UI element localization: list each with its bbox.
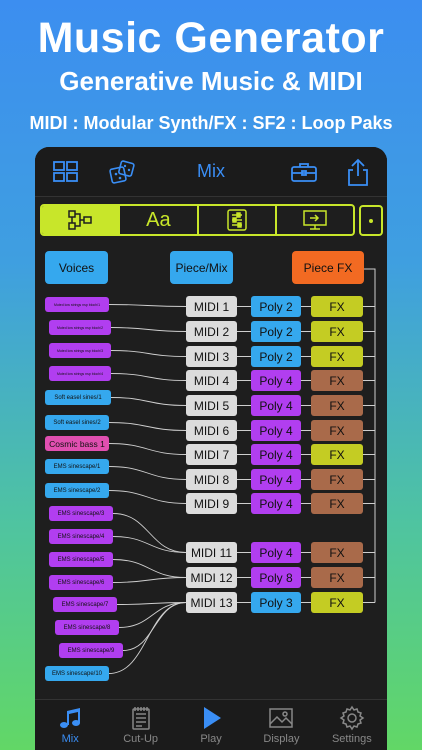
poly-node[interactable]: Poly 4 [251,542,301,563]
voice-wire [110,397,187,406]
play-icon [204,707,222,729]
tab-bar: Mix Cut-Up Play Display Settings [35,699,387,750]
tab-display[interactable]: Display [246,700,316,750]
fx-node[interactable]: FX [311,420,363,441]
voice-node[interactable]: Muted low strings nsp bloch/4 [49,366,111,381]
fx-node[interactable]: FX [311,444,363,465]
voice-wire [112,577,187,583]
voice-node[interactable]: EMS sinescape/8 [55,620,119,635]
tab-play[interactable]: Play [176,700,246,750]
midi-channel[interactable]: MIDI 9 [186,493,237,514]
voice-wire [108,602,187,674]
midi-channel[interactable]: MIDI 4 [186,370,237,391]
poly-node[interactable]: Poly 4 [251,469,301,490]
voice-node[interactable]: EMS sinescape/5 [49,552,113,567]
voice-node[interactable]: EMS sinescape/1 [45,459,109,474]
voice-node[interactable]: Muted low strings nsp bloch/2 [49,320,111,335]
poly-node[interactable]: Poly 4 [251,395,301,416]
music-note-icon [60,708,81,728]
voice-node[interactable]: Soft easel sines/1 [45,390,111,405]
voice-node[interactable]: Muted low strings nsp bloch/1 [45,297,109,312]
fx-node[interactable]: FX [311,469,363,490]
midi-channel[interactable]: MIDI 12 [186,567,237,588]
midi-channel[interactable]: MIDI 13 [186,592,237,613]
midi-channel[interactable]: MIDI 3 [186,346,237,367]
fx-node[interactable]: FX [311,592,363,613]
voice-node[interactable]: EMS sinescape/7 [53,597,117,612]
tab-cut-up-label: Cut-Up [123,733,159,745]
poly-node[interactable]: Poly 4 [251,370,301,391]
routing-board: Muted low strings nsp bloch/1 Muted low s… [35,147,387,750]
fx-node[interactable]: FX [311,296,363,317]
voice-wire [108,304,187,307]
notepad-icon [131,707,150,730]
midi-channel[interactable]: MIDI 11 [186,542,237,563]
voice-wire [108,422,187,431]
voice-wire [112,513,187,553]
poly-node[interactable]: Poly 3 [251,592,301,613]
hero-title: Music Generator [37,14,385,62]
poly-node[interactable]: Poly 2 [251,346,301,367]
midi-channel[interactable]: MIDI 2 [186,321,237,342]
voice-node[interactable]: EMS sinescape/2 [45,483,109,498]
voice-wire [118,602,187,628]
voice-wire [108,443,187,455]
poly-node[interactable]: Poly 4 [251,493,301,514]
voice-wire [112,559,187,578]
app-screen: Mix Aa Voices Piece/Mix Piece FX Muted l… [35,147,387,750]
midi-channel[interactable]: MIDI 7 [186,444,237,465]
fx-node[interactable]: FX [311,567,363,588]
tab-play-label: Play [200,733,222,745]
voice-node[interactable]: Muted low strings nsp bloch/3 [49,343,111,358]
voice-node[interactable]: Soft easel sines/2 [45,415,109,430]
voice-wire [110,350,187,357]
fx-node[interactable]: FX [311,542,363,563]
poly-node[interactable]: Poly 8 [251,567,301,588]
midi-channel[interactable]: MIDI 5 [186,395,237,416]
hero-tagline: MIDI : Modular Synth/FX : SF2 : Loop Pak… [29,113,393,133]
voice-node[interactable]: Cosmic bass 1 [45,436,109,451]
hero-subtitle: Generative Music & MIDI [59,66,363,96]
voice-wire [112,536,187,553]
poly-node[interactable]: Poly 4 [251,420,301,441]
tab-cut-up[interactable]: Cut-Up [105,700,175,750]
poly-node[interactable]: Poly 4 [251,444,301,465]
voice-node[interactable]: EMS sinescape/9 [59,643,123,658]
tab-display-label: Display [263,733,300,745]
image-icon [269,708,294,728]
voice-node[interactable]: EMS sinescape/10 [45,666,109,681]
fx-node[interactable]: FX [311,395,363,416]
poly-node[interactable]: Poly 2 [251,296,301,317]
gear-icon [339,705,365,731]
voice-node[interactable]: EMS sinescape/4 [49,529,113,544]
tab-settings-label: Settings [331,733,372,745]
fx-node[interactable]: FX [311,346,363,367]
voice-wire [108,466,187,480]
tab-mix[interactable]: Mix [35,700,105,750]
poly-node[interactable]: Poly 2 [251,321,301,342]
midi-channel[interactable]: MIDI 8 [186,469,237,490]
voice-wire [110,373,187,381]
voice-node[interactable]: EMS sinescape/3 [49,506,113,521]
voice-wire [110,327,187,332]
tab-settings[interactable]: Settings [317,700,387,750]
voice-wire [108,490,187,504]
tab-mix-label: Mix [61,733,79,745]
fx-node[interactable]: FX [311,370,363,391]
fx-node[interactable]: FX [311,493,363,514]
voice-node[interactable]: EMS sinescape/6 [49,575,113,590]
midi-channel[interactable]: MIDI 6 [186,420,237,441]
fx-node[interactable]: FX [311,321,363,342]
midi-channel[interactable]: MIDI 1 [186,296,237,317]
